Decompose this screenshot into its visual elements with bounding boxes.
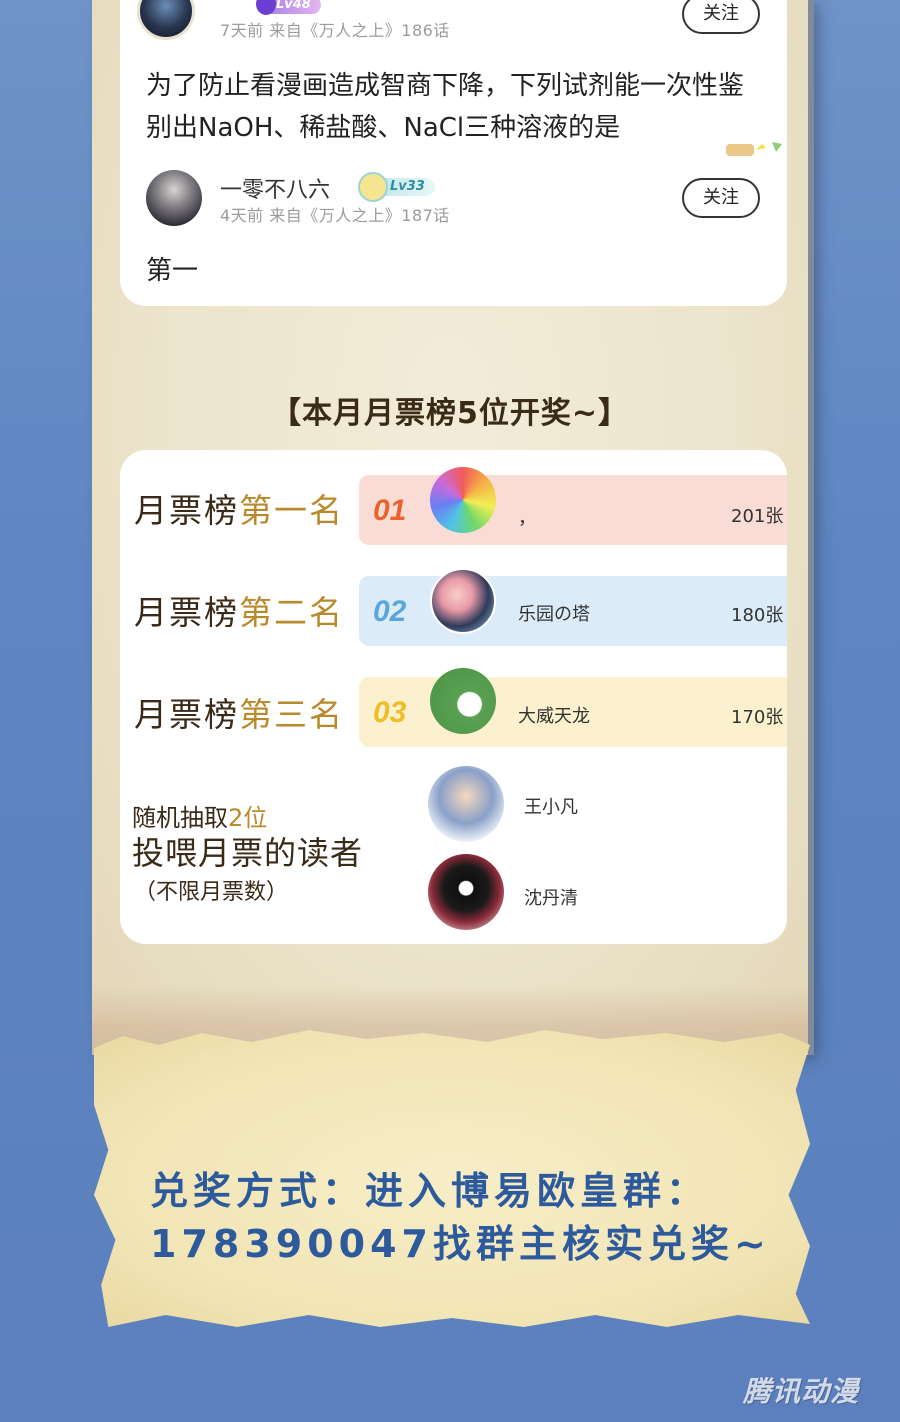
rank-label: 月票榜第三名 bbox=[134, 695, 344, 734]
winner-name: 乐园の塔 bbox=[518, 604, 590, 625]
winner-name: 大威天龙 bbox=[518, 706, 590, 727]
rank-label: 月票榜第一名 bbox=[134, 491, 344, 530]
ranking-heading: 【本月月票榜5位开奖~】 bbox=[270, 396, 629, 431]
ticket-count: 180张 bbox=[731, 605, 784, 626]
winner-avatar[interactable] bbox=[430, 568, 496, 634]
random-draw-title: 投喂月票的读者 bbox=[132, 834, 364, 872]
rank-number: 02 bbox=[373, 595, 407, 628]
redeem-instruction: 兑奖方式：进入博易欧皇群： bbox=[150, 1169, 710, 1213]
rank-number: 01 bbox=[373, 494, 407, 527]
rank-row bbox=[359, 475, 787, 545]
winner-avatar[interactable] bbox=[428, 854, 504, 930]
rank-label: 月票榜第二名 bbox=[134, 593, 344, 632]
comment-meta: 7天前 来自《万人之上》186话 bbox=[220, 21, 450, 40]
winner-name: ， bbox=[518, 508, 536, 529]
commenter-username[interactable]: 一零不八六 bbox=[220, 172, 330, 204]
watermark-logo: 腾讯动漫 bbox=[743, 1375, 860, 1408]
comment-meta: 4天前 来自《万人之上》187话 bbox=[220, 206, 450, 225]
redeem-group-number: 178390047找群主核实兑奖~ bbox=[150, 1222, 771, 1266]
winner-avatar[interactable] bbox=[430, 467, 496, 533]
level-badge: Lv48 bbox=[256, 0, 321, 15]
commenter-avatar[interactable] bbox=[146, 170, 202, 226]
ticket-count: 170张 bbox=[731, 707, 784, 728]
follow-button[interactable]: 关注 bbox=[682, 178, 760, 218]
comments-card bbox=[120, 0, 787, 306]
winner-name: 沈丹清 bbox=[524, 888, 578, 909]
random-draw-note: （不限月票数） bbox=[134, 880, 289, 905]
rank-number: 03 bbox=[373, 696, 407, 729]
comment-text: 为了防止看漫画造成智商下降，下列试剂能一次性鉴别出NaOH、稀盐酸、NaCl三种… bbox=[146, 71, 745, 143]
sticker-icon bbox=[726, 142, 782, 156]
winner-name: 王小凡 bbox=[524, 797, 578, 818]
winner-avatar[interactable] bbox=[430, 668, 496, 734]
ticket-count: 201张 bbox=[731, 506, 784, 527]
follow-button[interactable]: 关注 bbox=[682, 0, 760, 34]
comment-text: 第一 bbox=[146, 256, 199, 286]
level-badge: Lv33 bbox=[358, 172, 435, 202]
winner-avatar[interactable] bbox=[428, 766, 504, 842]
